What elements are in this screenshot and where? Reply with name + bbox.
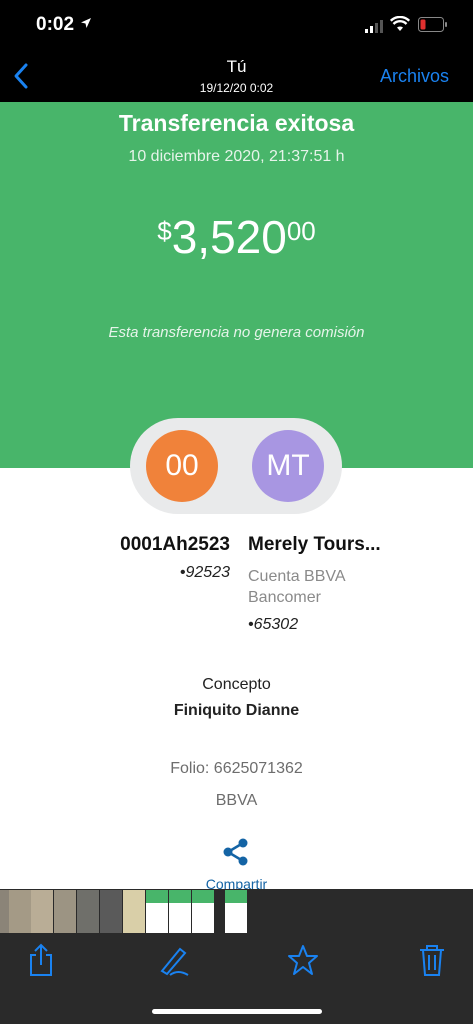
recipient-bank-line1: Cuenta BBVA (248, 568, 346, 585)
receipt-title: Transferencia exitosa (118, 110, 355, 136)
thumbnail[interactable] (169, 890, 191, 933)
parties-pill: 00 MT (130, 418, 342, 514)
concepto-label: Concepto (202, 676, 271, 693)
thumbnail[interactable] (146, 890, 168, 933)
share-nodes-icon[interactable] (222, 838, 250, 866)
transfer-amount: $3,52000 (0, 210, 473, 264)
receipt-header: Transferencia exitosa 10 diciembre 2020,… (0, 102, 473, 468)
amount-currency: $ (157, 216, 172, 246)
trash-icon[interactable] (416, 943, 448, 977)
sender-account: •92523 (179, 564, 230, 581)
recipient-avatar: MT (252, 430, 324, 502)
recipient-bank: Cuenta BBVA Bancomer (248, 566, 448, 608)
thumbnail[interactable] (192, 890, 214, 933)
thumbnail-selected[interactable] (225, 890, 247, 933)
recipient-name: Merely Tours... (248, 534, 381, 555)
share-icon[interactable] (25, 943, 57, 977)
sender-name: 0001Ah2523 (120, 534, 230, 555)
thumbnail[interactable] (31, 890, 53, 933)
recipient-bank-line2: Bancomer (248, 589, 321, 606)
thumbnail[interactable] (9, 890, 31, 933)
amount-decimals: 00 (286, 216, 316, 246)
thumbnail-strip (0, 889, 473, 935)
status-bar: 0:02 (0, 0, 473, 50)
amount-integer: 3,520 (171, 211, 287, 263)
signal-icon (365, 20, 383, 33)
thumbnail[interactable] (54, 890, 76, 933)
markup-icon[interactable] (158, 943, 190, 977)
favorite-icon[interactable] (287, 943, 319, 977)
recipient-account: •65302 (248, 616, 299, 633)
thumbnail[interactable] (100, 890, 122, 933)
receipt-date: 10 diciembre 2020, 21:37:51 h (128, 148, 345, 165)
home-indicator[interactable] (152, 1009, 322, 1014)
sender-info: 0001Ah2523 •92523 (98, 534, 230, 582)
sender-avatar: 00 (146, 430, 218, 502)
receipt-image: Transferencia exitosa 10 diciembre 2020,… (0, 102, 473, 889)
status-time: 0:02 (36, 14, 75, 35)
share-label[interactable]: Compartir (0, 876, 473, 889)
archive-button[interactable]: Archivos (380, 66, 449, 87)
bank-name: BBVA (215, 792, 258, 809)
thumbnail[interactable] (123, 890, 145, 933)
recipient-info: Merely Tours... Cuenta BBVA Bancomer •65… (248, 534, 448, 634)
location-arrow-icon (81, 18, 91, 28)
battery-icon (418, 17, 447, 32)
thumbnail[interactable] (77, 890, 99, 933)
folio-number: Folio: 6625071362 (170, 760, 303, 777)
navigation-bar: Tú 19/12/20 0:02 Archivos (0, 50, 473, 102)
concepto-value: Finiquito Dianne (173, 702, 300, 719)
wifi-icon (390, 16, 410, 31)
commission-note: Esta transferencia no genera comisión (108, 324, 365, 341)
